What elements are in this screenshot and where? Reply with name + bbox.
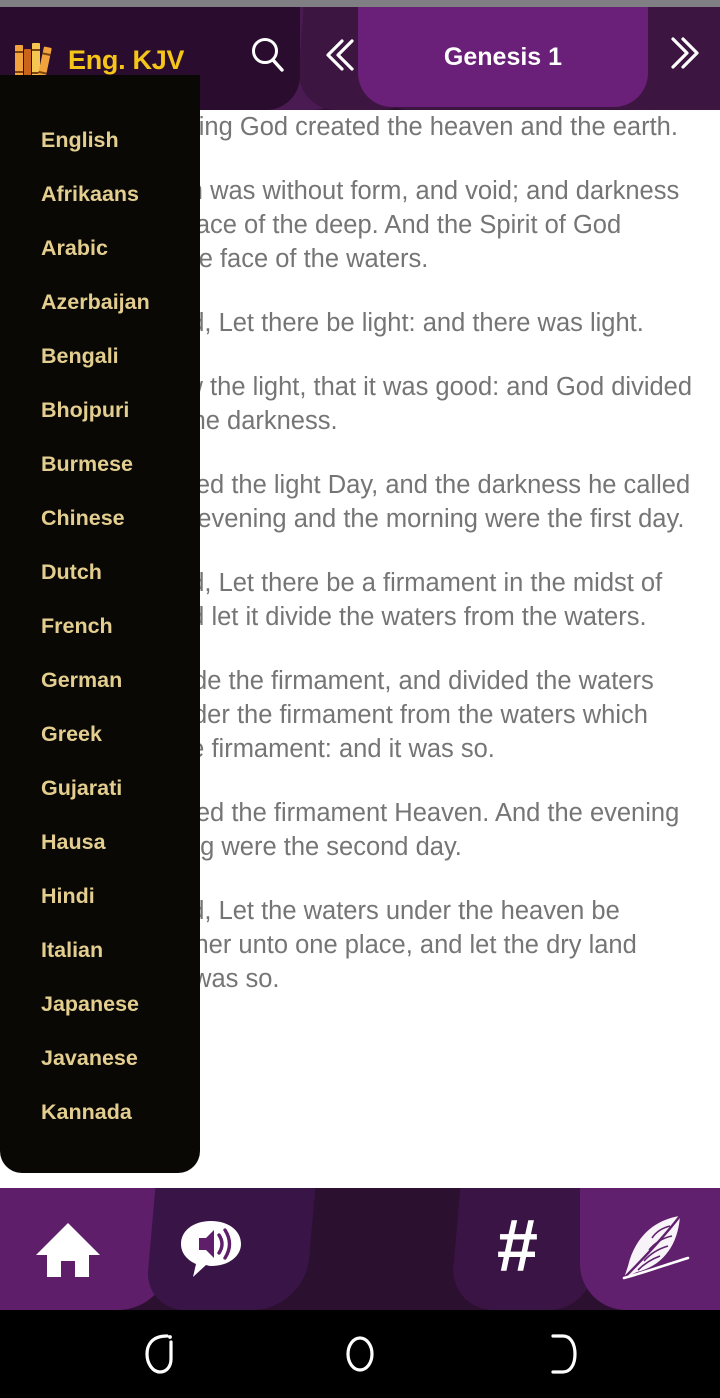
language-item-bhojpuri[interactable]: Bhojpuri xyxy=(0,383,200,437)
double-chevron-left-icon xyxy=(326,39,354,71)
language-item-kannada[interactable]: Kannada xyxy=(0,1085,200,1139)
hash-icon: # xyxy=(496,1204,539,1287)
language-item-afrikaans[interactable]: Afrikaans xyxy=(0,167,200,221)
previous-chapter-button[interactable] xyxy=(312,27,368,83)
nav-notes-button[interactable] xyxy=(590,1188,715,1310)
header-chapter-tab[interactable] xyxy=(358,7,648,107)
double-chevron-right-icon xyxy=(671,37,699,69)
nav-home-button[interactable] xyxy=(5,1188,130,1310)
home-circle-icon xyxy=(346,1336,374,1372)
language-item-german[interactable]: German xyxy=(0,653,200,707)
language-item-chinese[interactable]: Chinese xyxy=(0,491,200,545)
language-item-burmese[interactable]: Burmese xyxy=(0,437,200,491)
system-home-button[interactable] xyxy=(300,1310,420,1398)
nav-hash-button[interactable]: # xyxy=(455,1188,580,1310)
language-item-french[interactable]: French xyxy=(0,599,200,653)
language-dropdown-menu[interactable]: English Afrikaans Arabic Azerbaijan Beng… xyxy=(0,75,200,1173)
back-icon xyxy=(145,1334,173,1374)
recents-icon xyxy=(551,1334,577,1374)
system-back-button[interactable] xyxy=(100,1310,220,1398)
status-bar xyxy=(0,0,720,7)
search-icon xyxy=(252,38,284,72)
language-item-arabic[interactable]: Arabic xyxy=(0,221,200,275)
language-item-italian[interactable]: Italian xyxy=(0,923,200,977)
language-item-dutch[interactable]: Dutch xyxy=(0,545,200,599)
next-chapter-button[interactable] xyxy=(655,25,711,81)
language-item-japanese[interactable]: Japanese xyxy=(0,977,200,1031)
language-item-hindi[interactable]: Hindi xyxy=(0,869,200,923)
android-system-bar xyxy=(0,1310,720,1398)
feather-quill-icon xyxy=(622,1215,689,1280)
app-root: Eng. KJV Genesis 1 1 In the xyxy=(0,0,720,1398)
nav-audio-button[interactable] xyxy=(150,1188,275,1310)
brand-title: Eng. KJV xyxy=(68,44,185,75)
home-icon xyxy=(35,1223,100,1277)
language-item-english[interactable]: English xyxy=(0,113,200,167)
bottom-navigation-bar: # xyxy=(0,1188,720,1310)
language-item-gujarati[interactable]: Gujarati xyxy=(0,761,200,815)
search-button[interactable] xyxy=(240,27,296,83)
system-recents-button[interactable] xyxy=(500,1310,620,1398)
language-item-bengali[interactable]: Bengali xyxy=(0,329,200,383)
speaker-audio-icon xyxy=(180,1221,241,1277)
language-item-greek[interactable]: Greek xyxy=(0,707,200,761)
language-item-javanese[interactable]: Javanese xyxy=(0,1031,200,1085)
language-item-azerbaijan[interactable]: Azerbaijan xyxy=(0,275,200,329)
language-item-hausa[interactable]: Hausa xyxy=(0,815,200,869)
